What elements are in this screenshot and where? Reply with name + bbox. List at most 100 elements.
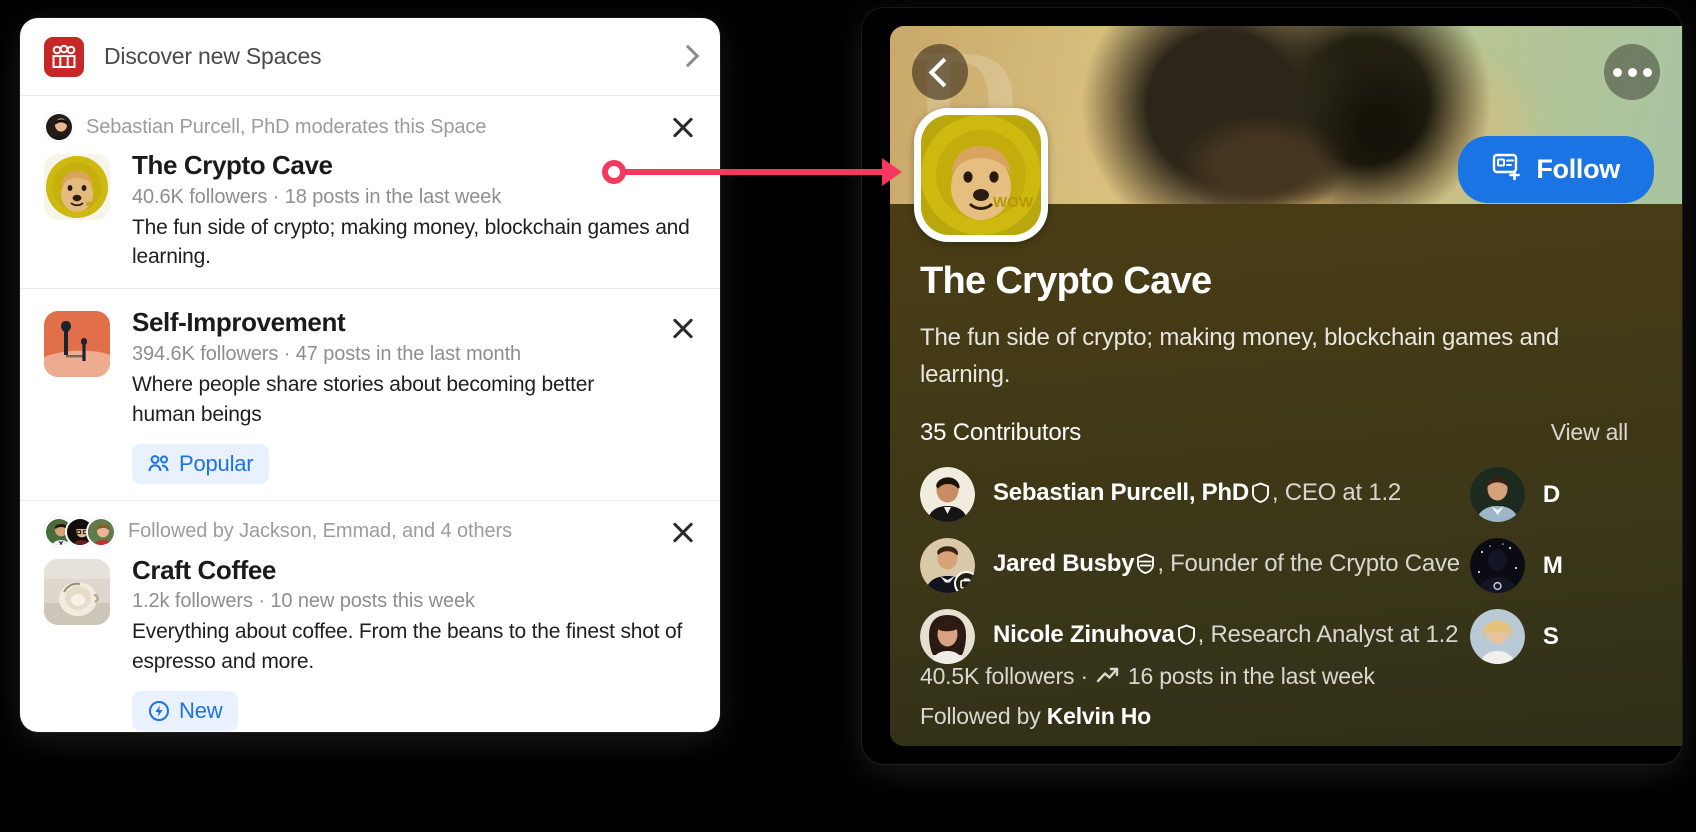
- space-title: Self-Improvement: [132, 307, 346, 338]
- space-avatar[interactable]: WOW: [914, 108, 1048, 242]
- contributor-text: D: [1543, 481, 1560, 509]
- list-item[interactable]: M: [1469, 530, 1563, 601]
- contributor-name: Sebastian Purcell, PhD: [993, 479, 1249, 507]
- list-item[interactable]: Nicole Zinuhova , Research Analyst at 1.2: [920, 601, 1460, 672]
- svg-text:w: w: [85, 199, 93, 208]
- contributor-name: D: [1542, 480, 1560, 508]
- discover-label: Discover new Spaces: [104, 43, 322, 69]
- avatar: [920, 538, 975, 594]
- space-body: Craft Coffee 1.2k followers · 10 new pos…: [132, 555, 700, 731]
- space-body: The Crypto Cave 40.6K followers · 18 pos…: [132, 150, 700, 272]
- close-icon[interactable]: [666, 515, 700, 549]
- space-description: The fun side of crypto; making money, bl…: [920, 324, 1559, 389]
- contributor-name: Jared Busby: [993, 550, 1135, 578]
- chevron-right-icon[interactable]: [674, 44, 700, 70]
- footer-posts: 16 posts in the last week: [1127, 663, 1375, 689]
- contributors-column-1: Sebastian Purcell, PhD , CEO at 1.2 Jared…: [920, 459, 1460, 672]
- space-meta-text: Sebastian Purcell, PhD moderates this Sp…: [86, 115, 487, 138]
- followed-by-name: Kelvin Ho: [1046, 703, 1151, 729]
- space-footer-stats: 40.5K followers · 16 posts in the last w…: [920, 663, 1375, 690]
- shield-icon: [1177, 624, 1196, 652]
- contributor-role: , Research Analyst at 1.2: [1197, 621, 1459, 649]
- trend-up-icon: [1096, 663, 1120, 690]
- badge-label: New: [179, 697, 223, 723]
- back-button[interactable]: [912, 44, 968, 100]
- space-description: Everything about coffee. From the beans …: [132, 620, 683, 674]
- space-meta-text: Followed by Jackson, Emmad, and 4 others: [128, 520, 512, 543]
- space-meta-row: Followed by Jackson, Emmad, and 4 others: [20, 501, 700, 555]
- contributor-name: S: [1542, 622, 1559, 650]
- meta-avatar-stack: [44, 112, 74, 142]
- list-item[interactable]: Jared Busby , Founder of the Crypto Cave: [920, 530, 1460, 601]
- discover-spaces-card: Discover new Spaces Sebastian Purcell, P…: [20, 18, 720, 732]
- contributors-column-2: D M S: [1469, 459, 1563, 672]
- shield-check-icon: [1136, 553, 1155, 581]
- list-item[interactable]: S: [1469, 601, 1563, 672]
- contributor-role: , CEO at 1.2: [1271, 479, 1401, 507]
- space-body: Self-Improvement 394.6K followers · 47 p…: [132, 307, 666, 484]
- avatar: [920, 467, 975, 523]
- contributor-text: Jared Busby , Founder of the Crypto Cave: [993, 550, 1460, 581]
- dot: [1642, 67, 1652, 77]
- space-block-craft-coffee: Followed by Jackson, Emmad, and 4 others: [20, 501, 720, 732]
- view-all-link[interactable]: View all: [1551, 419, 1628, 446]
- dot: [1627, 67, 1637, 77]
- badge-label: Popular: [179, 450, 254, 476]
- work-badge-icon: [954, 571, 975, 594]
- avatar: [86, 516, 116, 547]
- contributor-text: S: [1543, 623, 1559, 651]
- status-badge-popular: Popular: [132, 443, 270, 484]
- space-row[interactable]: w The Crypto Cave 40.6K followers · 18 p…: [20, 150, 700, 288]
- footer-followers: 40.5K followers ·: [920, 663, 1088, 689]
- avatar: [44, 112, 74, 142]
- svg-text:WOW: WOW: [993, 194, 1034, 211]
- doge-coin-thumb: w: [44, 154, 110, 220]
- space-stats: 1.2k followers · 10 new posts this week: [132, 590, 475, 613]
- close-icon[interactable]: [666, 110, 700, 144]
- contributor-name: M: [1542, 551, 1563, 579]
- contributors-header: 35 Contributors View all: [920, 419, 1652, 447]
- close-icon[interactable]: [666, 311, 700, 345]
- shield-icon: [1251, 482, 1270, 510]
- space-title: Craft Coffee: [132, 554, 276, 585]
- contributor-name: Nicole Zinuhova: [993, 621, 1175, 649]
- space-detail-card: D WOW Follow The Crypto Cave The fun sid…: [890, 26, 1682, 746]
- space-footer-followed: Followed by Kelvin Ho: [920, 703, 1151, 730]
- craft-coffee-thumb: [44, 558, 110, 625]
- space-detail-window: D WOW Follow The Crypto Cave The fun sid…: [862, 8, 1682, 764]
- contributor-role: , Founder of the Crypto Cave: [1157, 550, 1460, 578]
- new-bolt-icon: [148, 700, 170, 722]
- contributor-text: Sebastian Purcell, PhD , CEO at 1.2: [993, 479, 1401, 510]
- contributor-text: M: [1543, 552, 1563, 580]
- space-description: Where people share stories about becomin…: [132, 372, 595, 426]
- avatar: [1469, 538, 1525, 594]
- meta-avatar-stack: [44, 516, 116, 547]
- follow-button[interactable]: Follow: [1458, 136, 1654, 203]
- contributor-text: Nicole Zinuhova , Research Analyst at 1.2: [993, 621, 1458, 652]
- space-stats: 394.6K followers · 47 posts in the last …: [132, 342, 522, 365]
- status-badge-new: New: [132, 690, 239, 731]
- follow-button-label: Follow: [1536, 154, 1620, 184]
- space-row[interactable]: Self-Improvement 394.6K followers · 47 p…: [20, 289, 700, 499]
- contributors-columns: Sebastian Purcell, PhD , CEO at 1.2 Jared…: [920, 459, 1652, 672]
- discover-new-spaces-row[interactable]: Discover new Spaces: [20, 18, 720, 96]
- space-block-self-improvement: Self-Improvement 394.6K followers · 47 p…: [20, 289, 720, 501]
- screenshot-stage: Discover new Spaces Sebastian Purcell, P…: [0, 0, 1696, 832]
- more-options-icon[interactable]: [1604, 44, 1660, 100]
- avatar: [920, 609, 975, 665]
- space-row[interactable]: Craft Coffee 1.2k followers · 10 new pos…: [20, 555, 700, 732]
- avatar: [1469, 467, 1525, 523]
- people-icon: [148, 454, 170, 474]
- dot: [1612, 67, 1622, 77]
- avatar: [1469, 609, 1525, 665]
- space-meta-row: Sebastian Purcell, PhD moderates this Sp…: [20, 96, 700, 150]
- space-stats: 40.6K followers · 18 posts in the last w…: [132, 185, 502, 208]
- list-item[interactable]: D: [1469, 459, 1563, 530]
- doge-coin-avatar: WOW: [921, 115, 1041, 235]
- follow-space-icon: [1492, 151, 1522, 188]
- space-detail-body: WOW Follow The Crypto Cave The fun side …: [890, 108, 1682, 746]
- list-item[interactable]: Sebastian Purcell, PhD , CEO at 1.2: [920, 459, 1460, 530]
- space-title: The Crypto Cave: [132, 150, 333, 180]
- space-description: The fun side of crypto; making money, bl…: [132, 215, 690, 269]
- space-block-crypto-cave: Sebastian Purcell, PhD moderates this Sp…: [20, 96, 720, 290]
